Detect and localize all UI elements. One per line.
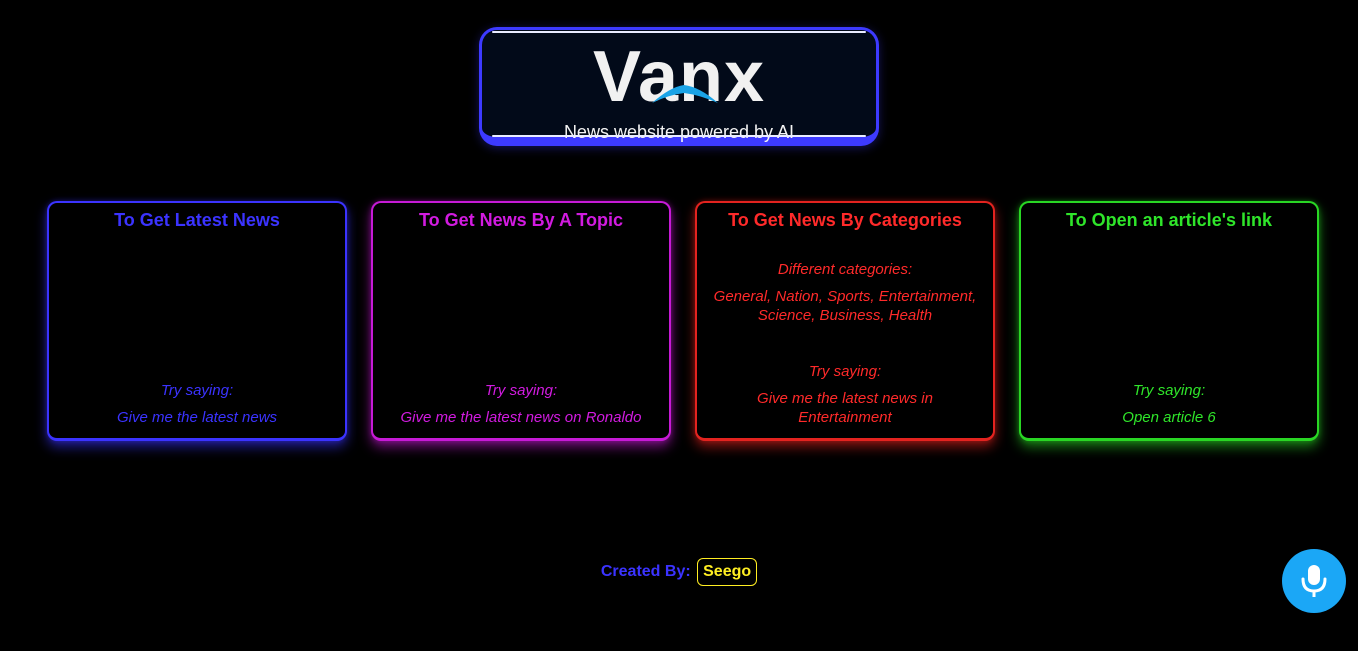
- card-news-by-categories: To Get News By Categories Different cate…: [695, 201, 995, 441]
- card-title: To Get News By Categories: [728, 210, 962, 230]
- voice-assistant-button[interactable]: [1282, 549, 1346, 613]
- try-saying-label: Try saying:: [808, 363, 882, 380]
- microphone-icon: [1301, 565, 1327, 597]
- card-title: To Open an article's link: [1066, 210, 1272, 230]
- card-title: To Get Latest News: [114, 210, 280, 230]
- categories-label: Different categories:: [777, 261, 913, 278]
- example-phrase: Give me the latest news: [116, 409, 278, 426]
- card-news-by-topic: To Get News By A Topic Try saying: Give …: [371, 201, 671, 441]
- logo-banner: Vanx News website powered by AI: [479, 27, 879, 146]
- logo-swoosh-icon: [652, 85, 718, 103]
- created-by-label: Created By:: [600, 563, 691, 580]
- card-open-article: To Open an article's link Try saying: Op…: [1019, 201, 1319, 441]
- example-phrase: Give me the latest news on Ronaldo: [400, 409, 642, 426]
- categories-list: General, Nation, Sports, Entertainment, …: [713, 288, 977, 324]
- try-saying-label: Try saying:: [160, 382, 234, 399]
- footer: Created By: Seego: [0, 558, 1358, 586]
- author-link[interactable]: Seego: [697, 558, 758, 586]
- card-title: To Get News By A Topic: [418, 210, 624, 230]
- site-subtitle: News website powered by AI: [563, 122, 795, 142]
- page: Vanx News website powered by AI To Get L…: [0, 0, 1358, 651]
- card-latest-news: To Get Latest News Try saying: Give me t…: [47, 201, 347, 441]
- example-phrase: Open article 6: [1122, 409, 1216, 426]
- try-saying-label: Try saying:: [484, 382, 558, 399]
- example-phrase: Give me the latest news in Entertainment: [757, 390, 933, 426]
- try-saying-label: Try saying:: [1132, 382, 1206, 399]
